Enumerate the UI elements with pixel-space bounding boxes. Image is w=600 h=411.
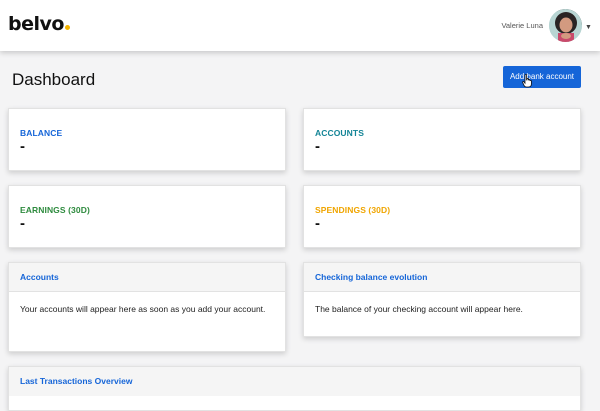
add-bank-account-button[interactable]: Add bank account (503, 66, 581, 88)
page-title: Dashboard (12, 70, 96, 89)
logo-text: belvo (8, 13, 64, 35)
avatar-photo-icon (549, 9, 582, 42)
transactions-panel: Last Transactions Overview (8, 366, 581, 411)
logo-dot-icon (64, 25, 70, 30)
top-navbar: belvo Valerie Luna ▼ (0, 0, 600, 51)
belvo-logo[interactable]: belvo (8, 13, 70, 35)
user-avatar[interactable] (549, 9, 582, 42)
accounts-panel: Accounts Your accounts will appear here … (8, 262, 286, 352)
accounts-value: - (315, 138, 320, 155)
balance-value: - (20, 138, 25, 155)
balance-label: BALANCE (20, 128, 63, 138)
checking-balance-panel: Checking balance evolution The balance o… (303, 262, 581, 337)
hand-pointer-cursor-icon (522, 74, 532, 88)
user-name[interactable]: Valerie Luna (501, 21, 543, 30)
balance-card: BALANCE - (8, 108, 286, 171)
accounts-label: ACCOUNTS (315, 128, 364, 138)
spendings-value: - (315, 215, 320, 232)
spendings-label: SPENDINGS (30D) (315, 205, 391, 215)
accounts-panel-title: Accounts (9, 263, 285, 292)
accounts-panel-body: Your accounts will appear here as soon a… (20, 304, 266, 314)
spendings-card: SPENDINGS (30D) - (303, 185, 581, 248)
earnings-label: EARNINGS (30D) (20, 205, 90, 215)
checking-panel-body: The balance of your checking account wil… (315, 304, 523, 314)
earnings-value: - (20, 215, 25, 232)
caret-down-icon[interactable]: ▼ (585, 24, 592, 31)
accounts-card: ACCOUNTS - (303, 108, 581, 171)
earnings-card: EARNINGS (30D) - (8, 185, 286, 248)
checking-panel-title: Checking balance evolution (304, 263, 580, 292)
transactions-panel-title: Last Transactions Overview (9, 367, 580, 396)
